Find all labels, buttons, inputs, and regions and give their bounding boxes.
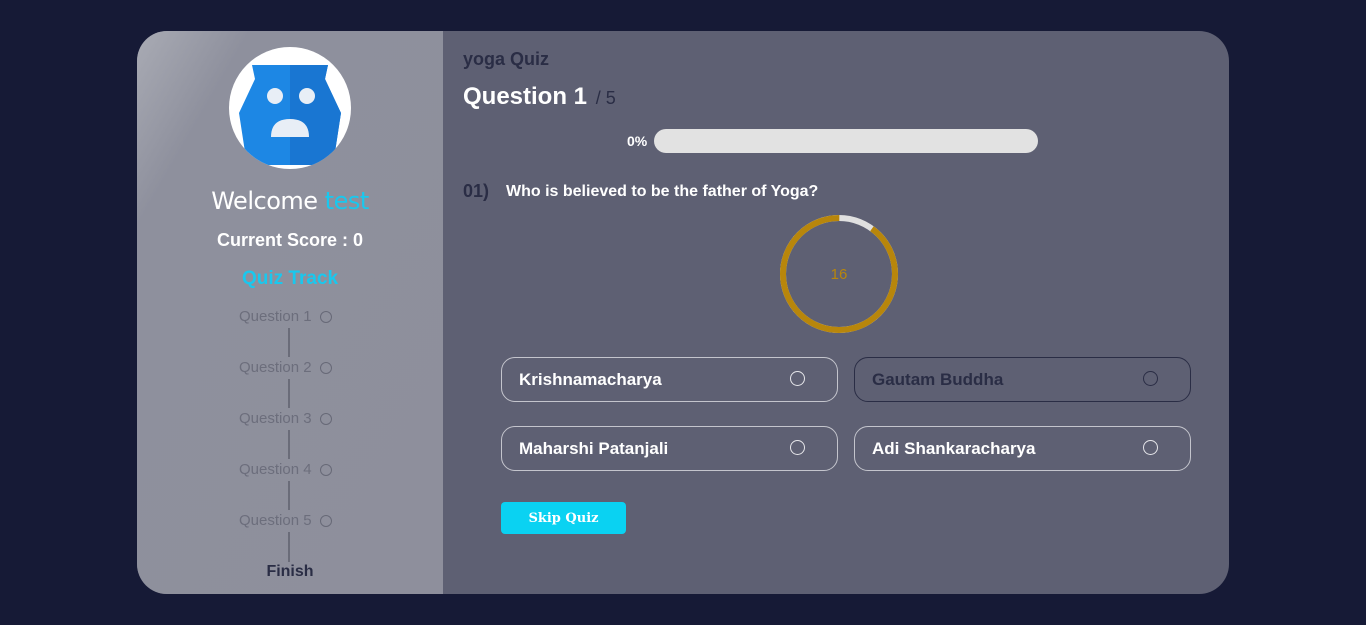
track-item-question-2: Question 2 [239, 359, 332, 376]
track-item-question-5: Question 5 [239, 512, 332, 529]
track-connector [288, 328, 290, 357]
circle-outline-icon [319, 361, 332, 374]
countdown-timer: 16 [777, 212, 901, 336]
finish-label: Finish [266, 563, 314, 580]
track-item-label: Question 5 [239, 512, 312, 529]
track-item-label: Question 4 [239, 461, 312, 478]
sad-robot-face-icon [239, 65, 341, 165]
question-heading: Question 1 / 5 [463, 83, 616, 111]
circle-outline-icon [319, 310, 332, 323]
sidebar: Welcome test Current Score : 0 Quiz Trac… [137, 31, 443, 594]
timer-value: 16 [831, 266, 848, 283]
quiz-main: yoga Quiz Question 1 / 5 0% 01) Who is b… [443, 31, 1229, 594]
quiz-title: yoga Quiz [463, 49, 550, 69]
quiz-card: Welcome test Current Score : 0 Quiz Trac… [137, 31, 1229, 594]
question-total: / 5 [595, 88, 616, 108]
option-label: Krishnamacharya [519, 369, 662, 389]
track-connector [288, 430, 290, 459]
timer-ring: 16 [780, 215, 898, 333]
radio-circle-icon[interactable] [790, 371, 805, 386]
radio-circle-icon[interactable] [1143, 440, 1158, 455]
circle-outline-icon [319, 463, 332, 476]
track-item-label: Question 2 [239, 359, 312, 376]
welcome-text: Welcome [211, 187, 318, 215]
radio-circle-icon[interactable] [1143, 371, 1158, 386]
question-number: 01) [463, 181, 490, 201]
track-item-question-4: Question 4 [239, 461, 332, 478]
progress-label: 0% [627, 133, 648, 149]
track-connector [288, 481, 290, 510]
score-value: 0 [353, 230, 364, 250]
option-adi-shankaracharya[interactable]: Adi Shankaracharya [854, 426, 1191, 471]
username: test [324, 187, 370, 215]
avatar [229, 47, 351, 169]
progress-bar [654, 129, 1038, 153]
option-label: Maharshi Patanjali [519, 438, 669, 458]
option-maharshi-patanjali[interactable]: Maharshi Patanjali [501, 426, 838, 471]
track-item-label: Question 3 [239, 410, 312, 427]
radio-circle-icon[interactable] [790, 440, 805, 455]
option-gautam-buddha[interactable]: Gautam Buddha [854, 357, 1191, 402]
option-label: Gautam Buddha [872, 369, 1004, 389]
track-item-question-3: Question 3 [239, 410, 332, 427]
current-score: Current Score : 0 [137, 230, 443, 251]
question-label: Question 1 [463, 83, 588, 110]
track-connector [288, 379, 290, 408]
skip-quiz-button[interactable]: Skip Quiz [501, 502, 626, 534]
question-text: Who is believed to be the father of Yoga… [506, 183, 819, 200]
option-krishnamacharya[interactable]: Krishnamacharya [501, 357, 838, 402]
option-label: Adi Shankaracharya [872, 438, 1036, 458]
welcome-heading: Welcome test [137, 187, 443, 215]
track-connector [288, 532, 290, 562]
quiz-track-title: Quiz Track [241, 268, 339, 289]
circle-outline-icon [319, 514, 332, 527]
circle-outline-icon [319, 412, 332, 425]
track-item-question-1: Question 1 [239, 308, 332, 325]
score-label: Current Score : [216, 230, 353, 250]
track-item-label: Question 1 [239, 308, 312, 325]
